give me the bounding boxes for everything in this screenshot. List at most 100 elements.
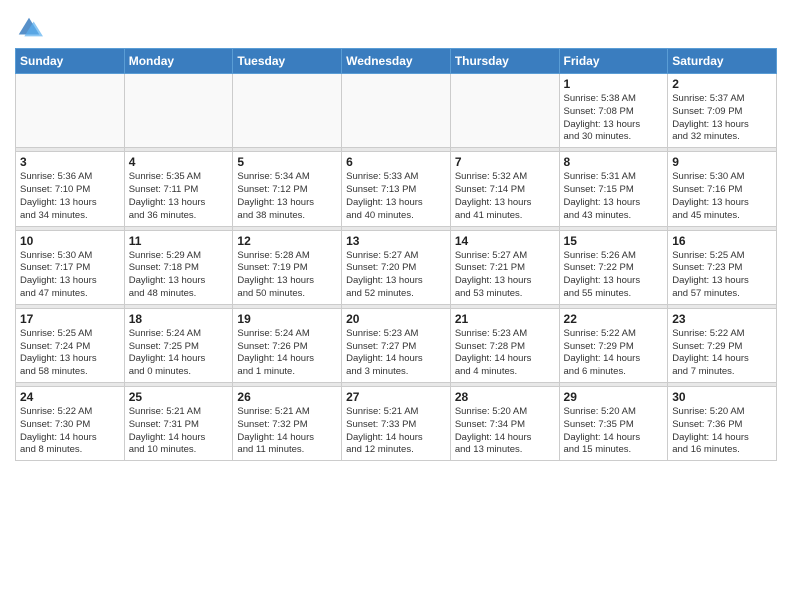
calendar-week-row: 24Sunrise: 5:22 AM Sunset: 7:30 PM Dayli… [16,387,777,461]
day-number: 15 [564,234,664,248]
day-info: Sunrise: 5:35 AM Sunset: 7:11 PM Dayligh… [129,171,229,222]
day-number: 7 [455,155,555,169]
calendar-cell [233,74,342,148]
day-info: Sunrise: 5:37 AM Sunset: 7:09 PM Dayligh… [672,93,772,144]
day-number: 6 [346,155,446,169]
calendar-cell: 23 Sunrise: 5:22 AM Sunset: 7:29 PM Dayli… [668,308,777,382]
day-info: Sunrise: 5:27 AM Sunset: 7:20 PM Dayligh… [346,250,446,301]
day-number: 5 [237,155,337,169]
day-info: Sunrise: 5:30 AM Sunset: 7:16 PM Dayligh… [672,171,772,222]
day-number: 8 [564,155,664,169]
day-number: 11 [129,234,229,248]
day-number: 4 [129,155,229,169]
day-number: 20 [346,312,446,326]
day-info: Sunrise: 5:27 AM Sunset: 7:21 PM Dayligh… [455,250,555,301]
day-info: Sunrise: 5:22 AM Sunset: 7:29 PM Dayligh… [564,328,664,379]
day-info: Sunrise: 5:29 AM Sunset: 7:18 PM Dayligh… [129,250,229,301]
calendar-cell [124,74,233,148]
day-number: 1 [564,77,664,91]
day-info: Sunrise: 5:24 AM Sunset: 7:26 PM Dayligh… [237,328,337,379]
calendar-cell: 29 Sunrise: 5:20 AM Sunset: 7:35 PM Dayli… [559,387,668,461]
day-info: Sunrise: 5:36 AM Sunset: 7:10 PM Dayligh… [20,171,120,222]
day-info: Sunrise: 5:34 AM Sunset: 7:12 PM Dayligh… [237,171,337,222]
calendar-cell: 22 Sunrise: 5:22 AM Sunset: 7:29 PM Dayli… [559,308,668,382]
day-number: 18 [129,312,229,326]
calendar-cell: 7 Sunrise: 5:32 AM Sunset: 7:14 PM Daylig… [450,152,559,226]
day-number: 10 [20,234,120,248]
weekday-header-saturday: Saturday [668,49,777,74]
day-number: 22 [564,312,664,326]
calendar-cell: 9 Sunrise: 5:30 AM Sunset: 7:16 PM Daylig… [668,152,777,226]
calendar-cell: 2 Sunrise: 5:37 AM Sunset: 7:09 PM Daylig… [668,74,777,148]
weekday-header-tuesday: Tuesday [233,49,342,74]
calendar-cell: 4 Sunrise: 5:35 AM Sunset: 7:11 PM Daylig… [124,152,233,226]
day-info: Sunrise: 5:20 AM Sunset: 7:36 PM Dayligh… [672,406,772,457]
day-number: 9 [672,155,772,169]
day-number: 25 [129,390,229,404]
day-info: Sunrise: 5:21 AM Sunset: 7:31 PM Dayligh… [129,406,229,457]
weekday-header-monday: Monday [124,49,233,74]
calendar-cell: 17 Sunrise: 5:25 AM Sunset: 7:24 PM Dayli… [16,308,125,382]
day-number: 29 [564,390,664,404]
day-info: Sunrise: 5:25 AM Sunset: 7:24 PM Dayligh… [20,328,120,379]
weekday-header-sunday: Sunday [16,49,125,74]
calendar-week-row: 1 Sunrise: 5:38 AM Sunset: 7:08 PM Daylig… [16,74,777,148]
day-number: 2 [672,77,772,91]
page-header [15,10,777,42]
calendar-week-row: 17 Sunrise: 5:25 AM Sunset: 7:24 PM Dayli… [16,308,777,382]
day-number: 17 [20,312,120,326]
calendar-header-row: SundayMondayTuesdayWednesdayThursdayFrid… [16,49,777,74]
logo-icon [15,14,43,42]
day-info: Sunrise: 5:24 AM Sunset: 7:25 PM Dayligh… [129,328,229,379]
day-info: Sunrise: 5:28 AM Sunset: 7:19 PM Dayligh… [237,250,337,301]
calendar-cell: 8 Sunrise: 5:31 AM Sunset: 7:15 PM Daylig… [559,152,668,226]
day-info: Sunrise: 5:20 AM Sunset: 7:35 PM Dayligh… [564,406,664,457]
day-number: 26 [237,390,337,404]
day-info: Sunrise: 5:22 AM Sunset: 7:29 PM Dayligh… [672,328,772,379]
day-number: 3 [20,155,120,169]
day-info: Sunrise: 5:31 AM Sunset: 7:15 PM Dayligh… [564,171,664,222]
calendar-cell: 28 Sunrise: 5:20 AM Sunset: 7:34 PM Dayli… [450,387,559,461]
calendar-table: SundayMondayTuesdayWednesdayThursdayFrid… [15,48,777,461]
calendar-cell: 24Sunrise: 5:22 AM Sunset: 7:30 PM Dayli… [16,387,125,461]
day-info: Sunrise: 5:25 AM Sunset: 7:23 PM Dayligh… [672,250,772,301]
day-number: 13 [346,234,446,248]
calendar-cell [450,74,559,148]
day-info: Sunrise: 5:20 AM Sunset: 7:34 PM Dayligh… [455,406,555,457]
weekday-header-thursday: Thursday [450,49,559,74]
day-info: Sunrise: 5:38 AM Sunset: 7:08 PM Dayligh… [564,93,664,144]
day-info: Sunrise: 5:30 AM Sunset: 7:17 PM Dayligh… [20,250,120,301]
calendar-cell: 20 Sunrise: 5:23 AM Sunset: 7:27 PM Dayli… [342,308,451,382]
calendar-cell: 11 Sunrise: 5:29 AM Sunset: 7:18 PM Dayli… [124,230,233,304]
calendar-cell: 1 Sunrise: 5:38 AM Sunset: 7:08 PM Daylig… [559,74,668,148]
day-number: 28 [455,390,555,404]
day-number: 27 [346,390,446,404]
calendar-cell [342,74,451,148]
day-info: Sunrise: 5:26 AM Sunset: 7:22 PM Dayligh… [564,250,664,301]
calendar-cell: 13 Sunrise: 5:27 AM Sunset: 7:20 PM Dayli… [342,230,451,304]
calendar-week-row: 10 Sunrise: 5:30 AM Sunset: 7:17 PM Dayli… [16,230,777,304]
calendar-cell: 14 Sunrise: 5:27 AM Sunset: 7:21 PM Dayli… [450,230,559,304]
day-info: Sunrise: 5:23 AM Sunset: 7:27 PM Dayligh… [346,328,446,379]
calendar-cell: 3 Sunrise: 5:36 AM Sunset: 7:10 PM Daylig… [16,152,125,226]
day-info: Sunrise: 5:33 AM Sunset: 7:13 PM Dayligh… [346,171,446,222]
calendar-cell: 21 Sunrise: 5:23 AM Sunset: 7:28 PM Dayli… [450,308,559,382]
day-number: 23 [672,312,772,326]
day-info: Sunrise: 5:21 AM Sunset: 7:32 PM Dayligh… [237,406,337,457]
day-number: 12 [237,234,337,248]
calendar-cell: 26 Sunrise: 5:21 AM Sunset: 7:32 PM Dayli… [233,387,342,461]
day-info: Sunrise: 5:23 AM Sunset: 7:28 PM Dayligh… [455,328,555,379]
calendar-cell: 10 Sunrise: 5:30 AM Sunset: 7:17 PM Dayli… [16,230,125,304]
calendar-cell: 6 Sunrise: 5:33 AM Sunset: 7:13 PM Daylig… [342,152,451,226]
day-number: 14 [455,234,555,248]
calendar-cell: 30Sunrise: 5:20 AM Sunset: 7:36 PM Dayli… [668,387,777,461]
day-number: 19 [237,312,337,326]
calendar-cell: 12 Sunrise: 5:28 AM Sunset: 7:19 PM Dayli… [233,230,342,304]
calendar-cell: 25 Sunrise: 5:21 AM Sunset: 7:31 PM Dayli… [124,387,233,461]
calendar-cell [16,74,125,148]
day-number: 21 [455,312,555,326]
calendar-cell: 19 Sunrise: 5:24 AM Sunset: 7:26 PM Dayli… [233,308,342,382]
day-number: 24 [20,390,120,404]
calendar-cell: 15 Sunrise: 5:26 AM Sunset: 7:22 PM Dayli… [559,230,668,304]
day-info: Sunrise: 5:32 AM Sunset: 7:14 PM Dayligh… [455,171,555,222]
